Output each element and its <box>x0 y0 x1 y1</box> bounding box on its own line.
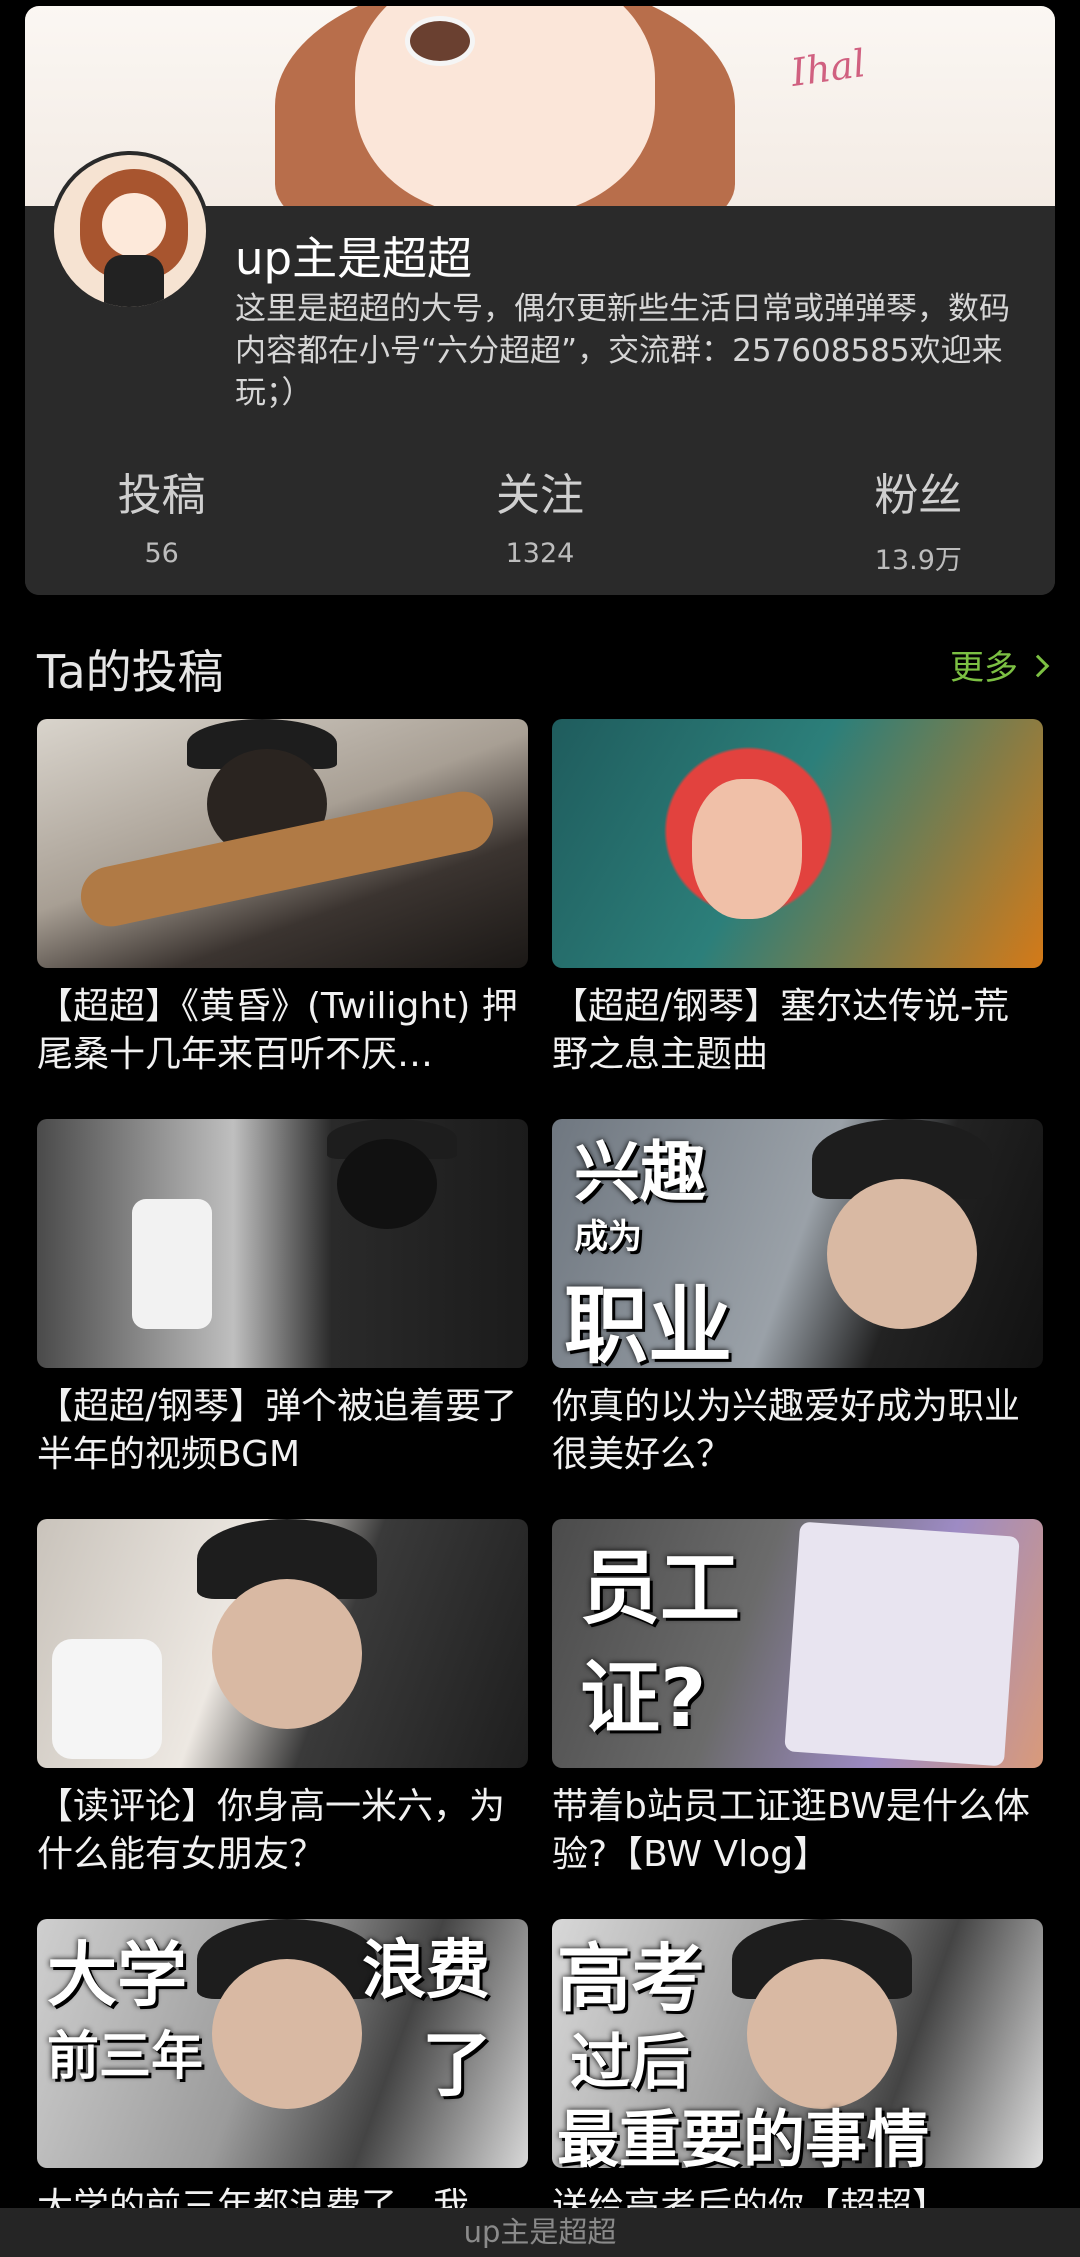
video-thumbnail[interactable]: 兴趣 成为 职业 <box>552 1119 1043 1368</box>
stat-submissions[interactable]: 投稿 56 <box>25 466 333 576</box>
avatar-face <box>102 193 166 257</box>
video-card[interactable]: 高考 过后 最重要的事情 送给高考后的你【超超】 <box>552 1919 1043 2257</box>
video-thumbnail[interactable] <box>37 719 528 968</box>
thumb-overlay-text: 员工 <box>580 1542 740 1635</box>
video-thumbnail[interactable]: 员工 证? <box>552 1519 1043 1768</box>
stats-row: 投稿 56 关注 1324 粉丝 13.9万 <box>25 466 1055 576</box>
thumb-plush <box>52 1639 162 1759</box>
stat-followers[interactable]: 粉丝 13.9万 <box>747 466 1055 576</box>
video-card[interactable]: 【超超/钢琴】塞尔达传说-荒野之息主题曲 <box>552 719 1043 1079</box>
video-card[interactable]: 员工 证? 带着b站员工证逛BW是什么体验?【BW Vlog】 <box>552 1519 1043 1879</box>
banner-signature: Ihal <box>788 41 868 95</box>
video-title: 【超超/钢琴】塞尔达传说-荒野之息主题曲 <box>552 986 1010 1075</box>
video-card[interactable]: 【读评论】你身高一米六，为什么能有女朋友？ <box>37 1519 528 1879</box>
thumb-overlay-text: 过后 <box>570 2028 690 2098</box>
thumb-overlay-text: 成为 <box>574 1217 642 1257</box>
video-thumbnail[interactable] <box>552 719 1043 968</box>
stat-label: 投稿 <box>117 470 206 521</box>
video-thumbnail[interactable]: 高考 过后 最重要的事情 <box>552 1919 1043 2168</box>
stat-value: 13.9万 <box>874 545 962 576</box>
video-card[interactable]: 大学 前三年 浪费 了 大学的前三年都浪费了，我 <box>37 1919 528 2257</box>
thumb-figure-head <box>212 1579 362 1729</box>
thumb-overlay-text: 浪费 <box>362 1934 490 2008</box>
stat-label: 粉丝 <box>874 470 963 521</box>
thumb-figure-head <box>212 1959 362 2109</box>
thumb-figure-head <box>337 1139 437 1229</box>
video-card[interactable]: 兴趣 成为 职业 你真的以为兴趣爱好成为职业很美好么？ <box>552 1119 1043 1479</box>
section-title: Ta的投稿 <box>37 645 224 699</box>
banner-art-face <box>355 6 655 206</box>
avatar-body <box>104 255 164 307</box>
stat-following[interactable]: 关注 1324 <box>368 466 711 576</box>
thumb-overlay-text: 职业 <box>564 1277 733 1368</box>
video-title: 带着b站员工证逛BW是什么体验?【BW Vlog】 <box>552 1786 1030 1875</box>
thumb-figure-head <box>747 1959 897 2109</box>
profile-card: Ihal up主是超超 这里是超超的大号，偶尔更新些生活日常或弹弹琴，数码内容都… <box>25 6 1055 595</box>
banner-art-eye <box>405 16 475 66</box>
video-title: 你真的以为兴趣爱好成为职业很美好么？ <box>552 1386 1021 1475</box>
thumb-overlay-text: 最重要的事情 <box>557 2103 930 2168</box>
video-title: 【读评论】你身高一米六，为什么能有女朋友？ <box>37 1786 506 1875</box>
thumb-overlay-text: 大学 <box>47 1934 187 2016</box>
thumb-overlay-text: 了 <box>422 2024 492 2106</box>
video-card[interactable]: 【超超】《黄昏》(Twilight) 押尾桑十几年来百听不厌… <box>37 719 528 1079</box>
bio-text: 这里是超超的大号，偶尔更新些生活日常或弹弹琴，数码内容都在小号“六分超超”，交流… <box>235 291 1010 411</box>
thumb-overlay-text: 前三年 <box>47 2027 204 2087</box>
more-button[interactable]: 更多 <box>950 640 1050 689</box>
stat-value: 1324 <box>505 538 575 569</box>
stat-value: 56 <box>144 538 179 569</box>
thumb-badge-card <box>784 1521 1020 1767</box>
video-title: 【超超/钢琴】弹个被追着要了半年的视频BGM <box>37 1386 518 1475</box>
avatar[interactable] <box>50 151 210 311</box>
video-thumbnail[interactable] <box>37 1519 528 1768</box>
thumb-character-face <box>692 779 802 919</box>
bottom-title: up主是超超 <box>463 2215 617 2249</box>
video-thumbnail[interactable] <box>37 1119 528 1368</box>
chevron-right-icon <box>1026 654 1050 677</box>
more-label: 更多 <box>950 648 1018 688</box>
video-title: 【超超】《黄昏》(Twilight) 押尾桑十几年来百听不厌… <box>37 986 518 1075</box>
video-thumbnail[interactable]: 大学 前三年 浪费 了 <box>37 1919 528 2168</box>
thumb-plush <box>132 1199 212 1329</box>
thumb-overlay-text: 兴趣 <box>574 1134 706 1211</box>
thumb-overlay-text: 高考 <box>557 1936 705 2022</box>
bottom-title-bar: up主是超超 <box>0 2208 1080 2257</box>
thumb-figure-head <box>827 1179 977 1329</box>
username: up主是超超 <box>235 232 473 285</box>
thumb-overlay-text: 证? <box>580 1652 707 1745</box>
video-card[interactable]: 【超超/钢琴】弹个被追着要了半年的视频BGM <box>37 1119 528 1479</box>
stat-label: 关注 <box>495 470 584 521</box>
